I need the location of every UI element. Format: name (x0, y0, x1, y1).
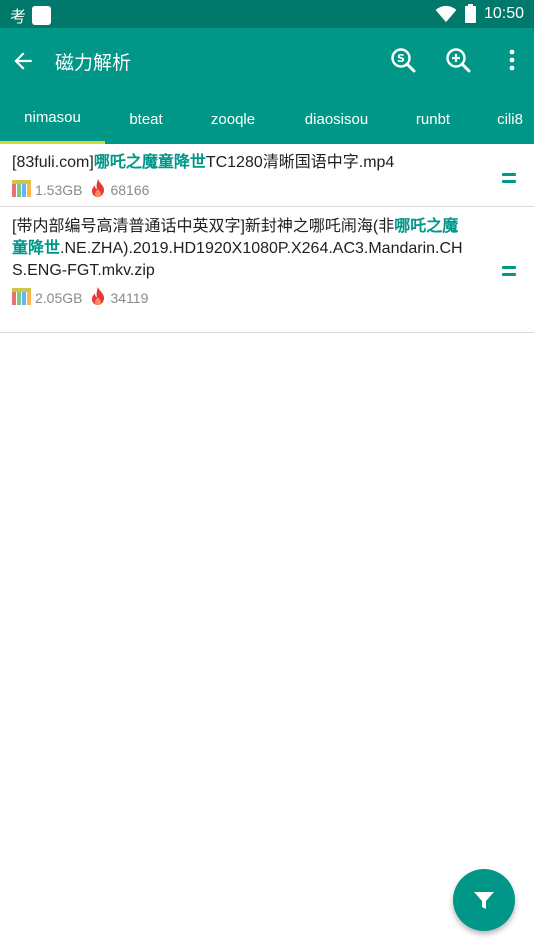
app-bar: 磁力解析 S (0, 28, 534, 94)
tab-diaosisou[interactable]: diaosisou (279, 94, 394, 144)
svg-text:S: S (397, 52, 405, 65)
name-suffix: TC1280清晰国语中字.mp4 (205, 154, 395, 171)
search-s-button[interactable]: S (388, 45, 418, 75)
result-name: [带内部编号高清普通话中英双字]新封神之哪吒闹海(非哪吒之魔童降世.NE.ZHA… (12, 216, 474, 282)
tab-cili8[interactable]: cili8 (472, 94, 534, 144)
name-highlight: 哪吒之魔童降世 (93, 154, 206, 171)
hot-count: 34119 (110, 289, 149, 306)
name-prefix: [83fuli.com] (12, 154, 94, 171)
more-options-button[interactable] (497, 45, 527, 75)
notification-icon (32, 5, 52, 25)
result-list: [83fuli.com]哪吒之魔童降世TC1280清晰国语中字.mp4 1.53… (0, 144, 534, 333)
file-size: 2.05GB (35, 289, 83, 306)
more-vert-icon (509, 49, 515, 71)
item-menu-button[interactable] (502, 266, 516, 278)
tab-bteat[interactable]: bteat (105, 94, 187, 144)
name-prefix: [带内部编号高清普通话中英双字]新封神之哪吒闹海(非 (12, 218, 395, 235)
result-meta: 1.53GB 68166 (12, 179, 474, 200)
archive-icon (12, 287, 31, 308)
name-suffix: .NE.ZHA).2019.HD1920X1080P.X264.AC3.Mand… (12, 240, 463, 279)
list-item[interactable]: [83fuli.com]哪吒之魔童降世TC1280清晰国语中字.mp4 1.53… (0, 144, 534, 207)
filter-fab[interactable] (453, 869, 515, 931)
page-title: 磁力解析 (55, 52, 132, 74)
list-item[interactable]: [带内部编号高清普通话中英双字]新封神之哪吒闹海(非哪吒之魔童降世.NE.ZHA… (0, 207, 534, 333)
back-arrow-icon (14, 52, 32, 70)
fire-icon (90, 179, 106, 200)
filter-icon (474, 892, 494, 909)
status-bar: 考 10:50 (0, 0, 534, 28)
tab-runbt[interactable]: runbt (394, 94, 472, 144)
search-plus-icon (446, 48, 471, 73)
tab-zooqle[interactable]: zooqle (187, 94, 279, 144)
result-meta: 2.05GB 34119 (12, 287, 474, 308)
clock: 10:50 (483, 4, 524, 22)
hot-count: 68166 (110, 181, 150, 198)
file-size: 1.53GB (35, 181, 83, 198)
wifi-icon (435, 5, 457, 22)
carrier-glyph: 考 (10, 7, 27, 26)
search-s-icon: S (391, 48, 416, 73)
item-menu-button[interactable] (502, 173, 516, 185)
result-name: [83fuli.com]哪吒之魔童降世TC1280清晰国语中字.mp4 (12, 152, 474, 174)
back-button[interactable] (10, 48, 36, 74)
fire-icon (90, 287, 106, 308)
engine-tabs: nimasou bteat zooqle diaosisou runbt cil… (0, 94, 534, 144)
tab-nimasou[interactable]: nimasou (0, 94, 105, 144)
battery-icon (464, 4, 476, 23)
archive-icon (12, 179, 31, 200)
search-plus-button[interactable] (443, 45, 473, 75)
